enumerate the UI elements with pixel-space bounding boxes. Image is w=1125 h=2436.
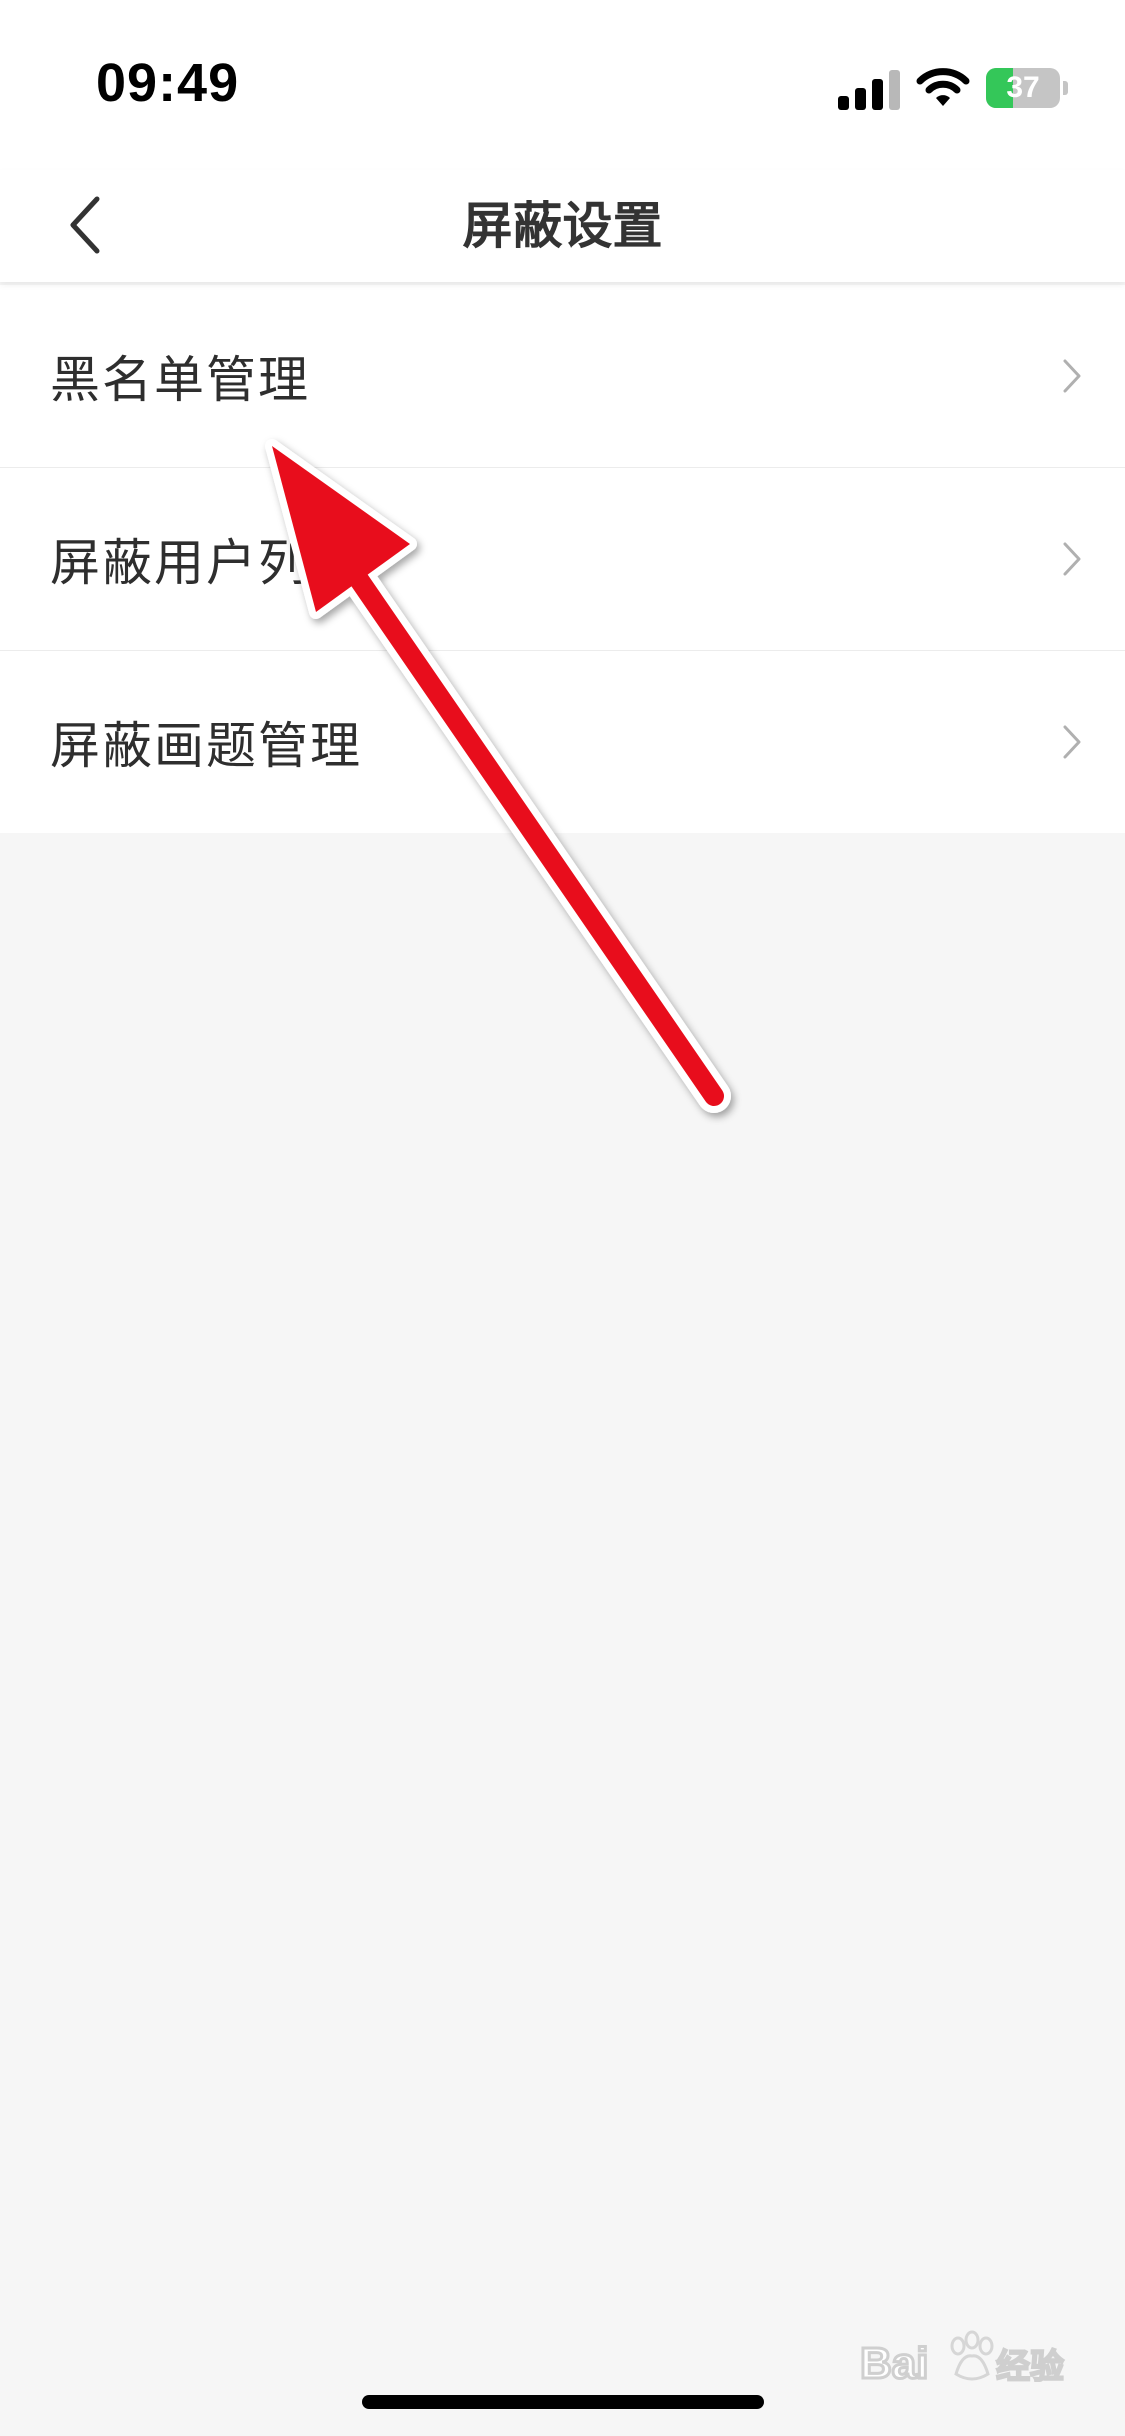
chevron-right-icon: [1063, 542, 1081, 576]
menu-item-blocked-topics[interactable]: 屏蔽画题管理: [0, 651, 1125, 833]
menu-item-blocked-users[interactable]: 屏蔽用户列表: [0, 468, 1125, 651]
home-indicator[interactable]: [362, 2395, 764, 2409]
menu-item-blacklist[interactable]: 黑名单管理: [0, 285, 1125, 468]
battery-level: 37: [1006, 71, 1040, 104]
baidu-watermark-logo: Bai 经验: [859, 2330, 1066, 2390]
menu-item-label: 屏蔽用户列表: [50, 534, 362, 592]
menu-item-label: 屏蔽画题管理: [50, 717, 362, 775]
chevron-right-icon: [1063, 359, 1081, 393]
back-button[interactable]: [40, 180, 130, 270]
svg-text:Bai: Bai: [860, 2339, 928, 2388]
wifi-icon: [916, 68, 970, 106]
navigation-bar: 屏蔽设置: [0, 170, 1125, 282]
page-title: 屏蔽设置: [462, 197, 663, 255]
status-bar: 09:49 37: [0, 0, 1125, 170]
chevron-right-icon: [1063, 725, 1081, 759]
battery-charging-icon: 37: [986, 68, 1068, 108]
chevron-left-icon: [70, 196, 100, 254]
svg-text:经验: 经验: [996, 2347, 1064, 2387]
settings-menu-list: 黑名单管理 屏蔽用户列表 屏蔽画题管理: [0, 285, 1125, 833]
status-time: 09:49: [96, 53, 240, 113]
menu-item-label: 黑名单管理: [50, 351, 310, 409]
signal-icon: [838, 70, 900, 110]
